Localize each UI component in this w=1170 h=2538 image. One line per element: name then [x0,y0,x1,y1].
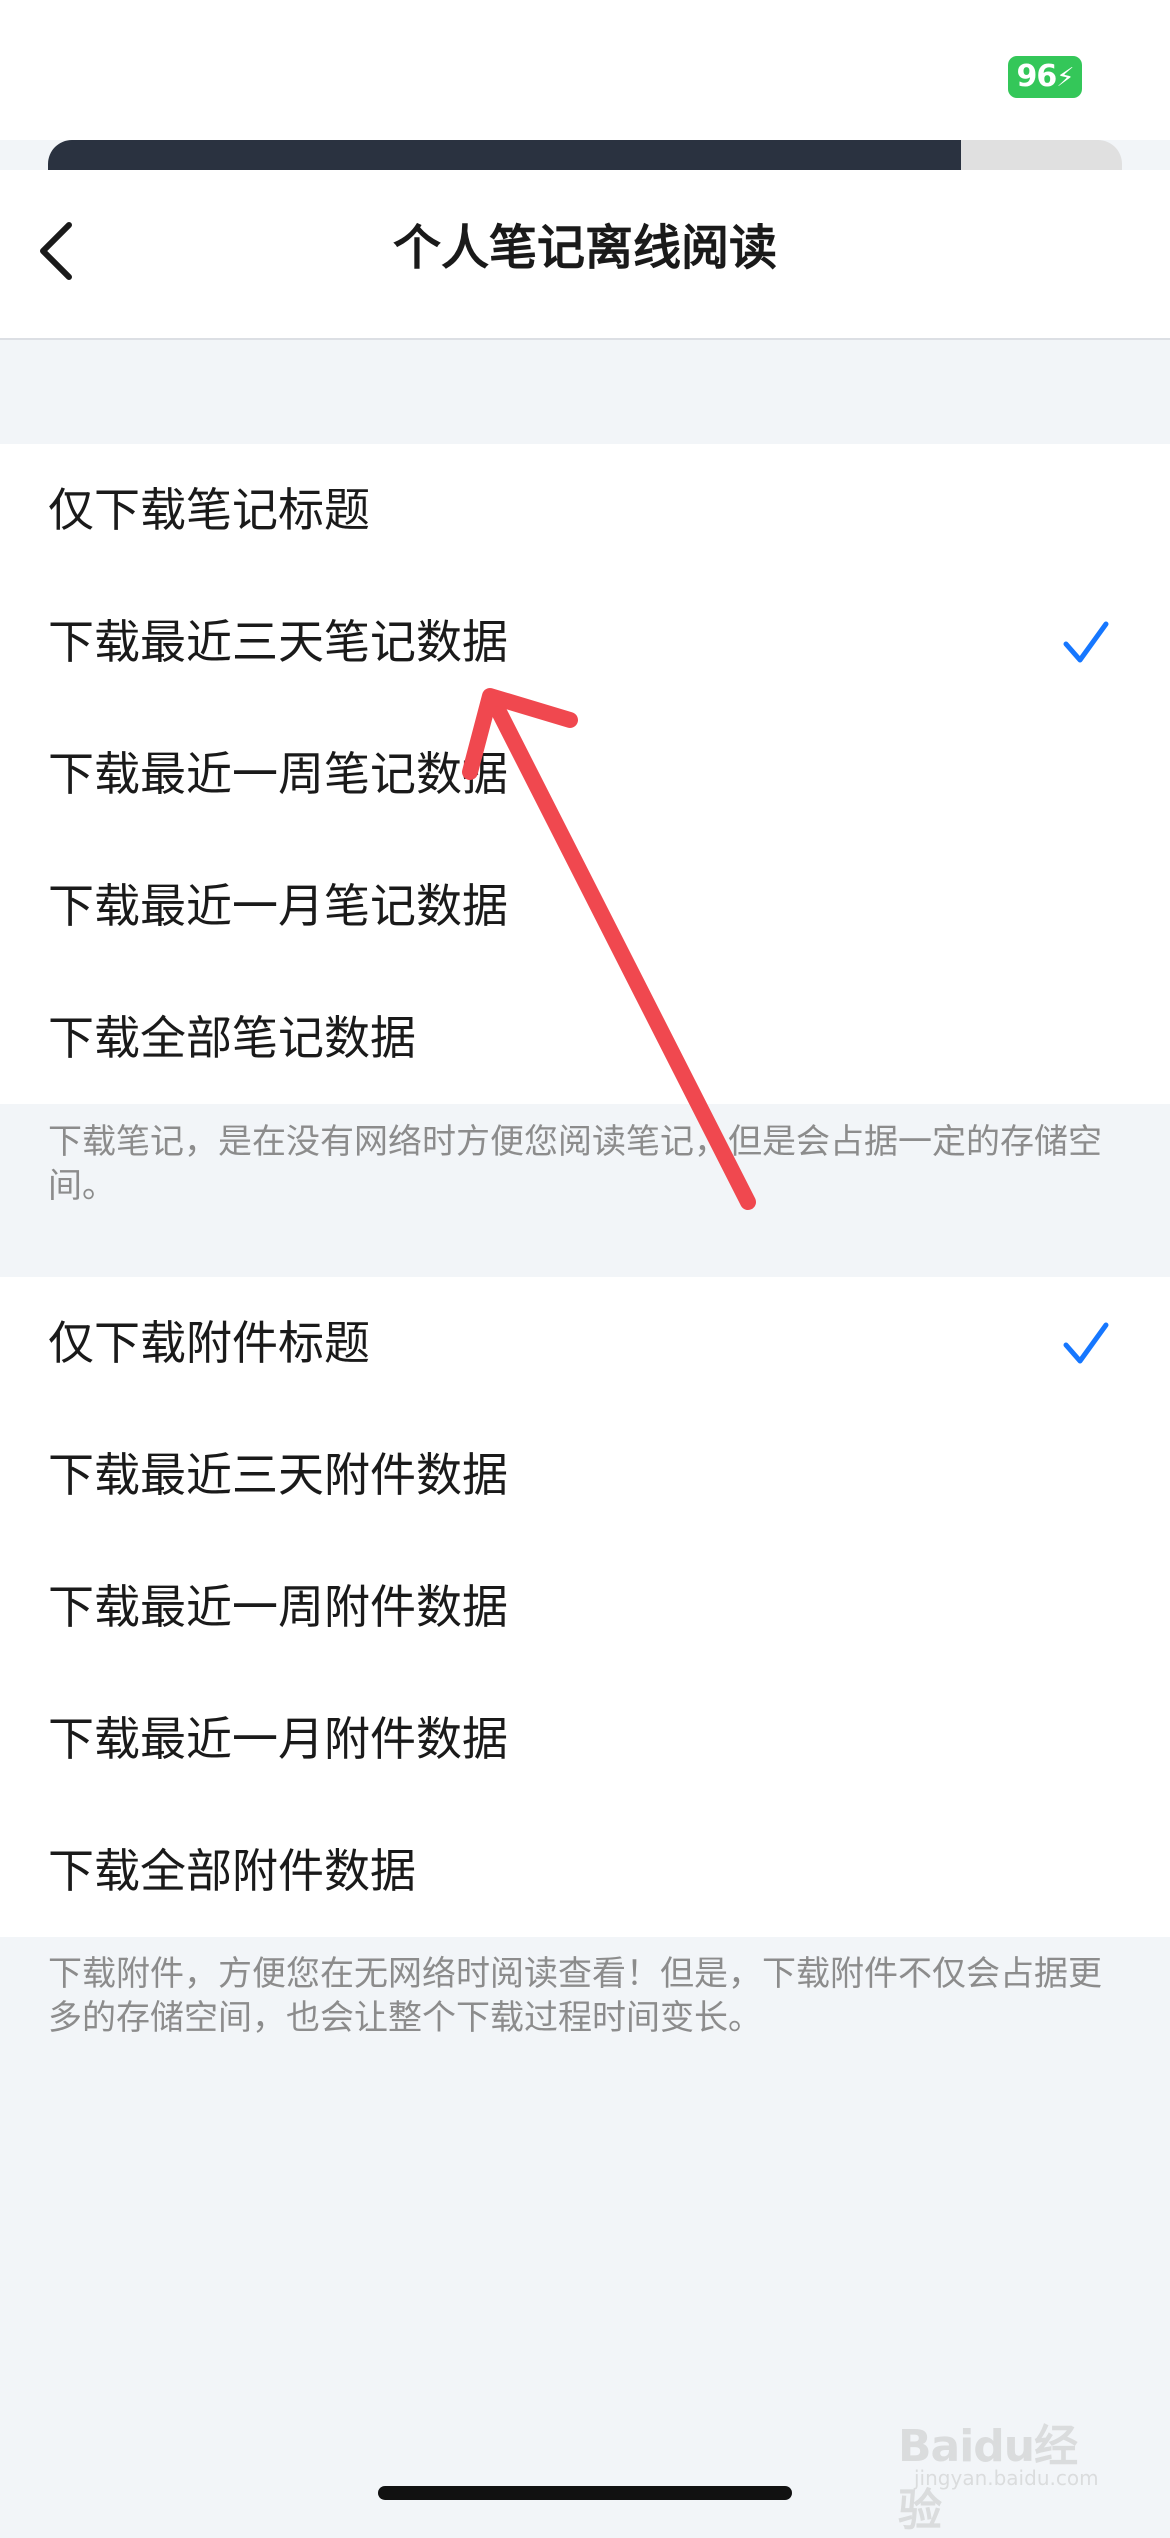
option-note-last-week[interactable]: 下载最近一周笔记数据 [0,708,1170,840]
attachments-footnote: 下载附件，方便您在无网络时阅读查看！但是，下载附件不仅会占据更多的存储空间，也会… [48,1954,1102,2038]
checkmark-icon [1063,621,1109,663]
attachments-options-group: 仅下载附件标题 下载最近三天附件数据 下载最近一周附件数据 下载最近一月附件数据… [0,1277,1170,1937]
option-note-last-3-days[interactable]: 下载最近三天笔记数据 [0,576,1170,708]
notes-options-group: 仅下载笔记标题 下载最近三天笔记数据 下载最近一周笔记数据 下载最近一月笔记数据… [0,444,1170,1104]
option-attachment-last-week[interactable]: 下载最近一周附件数据 [0,1541,1170,1673]
battery-indicator: 96⚡ [1008,56,1082,98]
option-note-last-month[interactable]: 下载最近一月笔记数据 [0,840,1170,972]
charging-bolt-icon: ⚡ [1056,63,1074,93]
status-bar: 96⚡ [0,0,1170,140]
baidu-watermark-logo: Baidu经验 jingyan.baidu.com [898,2421,1099,2536]
option-attachment-last-3-days[interactable]: 下载最近三天附件数据 [0,1409,1170,1541]
checkmark-icon [1063,1322,1109,1364]
home-indicator[interactable] [378,2486,792,2500]
option-label: 下载最近三天附件数据 [48,1448,508,1502]
annotation-arrow-icon [462,688,756,1210]
option-note-all[interactable]: 下载全部笔记数据 [0,972,1170,1104]
option-note-titles-only[interactable]: 仅下载笔记标题 [0,444,1170,576]
notes-footnote: 下载笔记，是在没有网络时方便您阅读笔记，但是会占据一定的存储空间。 [48,1122,1102,1206]
option-label: 下载全部笔记数据 [48,1011,416,1065]
page-title: 个人笔记离线阅读 [392,220,777,276]
progress-fill [48,140,961,170]
option-label: 仅下载附件标题 [48,1316,370,1370]
nav-bar: 个人笔记离线阅读 [0,170,1170,340]
option-label: 下载最近一月笔记数据 [48,879,508,933]
option-label: 仅下载笔记标题 [48,483,370,537]
option-attachment-last-month[interactable]: 下载最近一月附件数据 [0,1673,1170,1805]
option-attachment-titles-only[interactable]: 仅下载附件标题 [0,1277,1170,1409]
option-attachment-all[interactable]: 下载全部附件数据 [0,1805,1170,1937]
progress-bar [48,140,1122,170]
battery-level: 96 [1016,59,1057,94]
option-label: 下载最近一周笔记数据 [48,747,508,801]
option-label: 下载最近一月附件数据 [48,1712,508,1766]
option-label: 下载最近三天笔记数据 [48,615,508,669]
option-label: 下载全部附件数据 [48,1844,416,1898]
option-label: 下载最近一周附件数据 [48,1580,508,1634]
